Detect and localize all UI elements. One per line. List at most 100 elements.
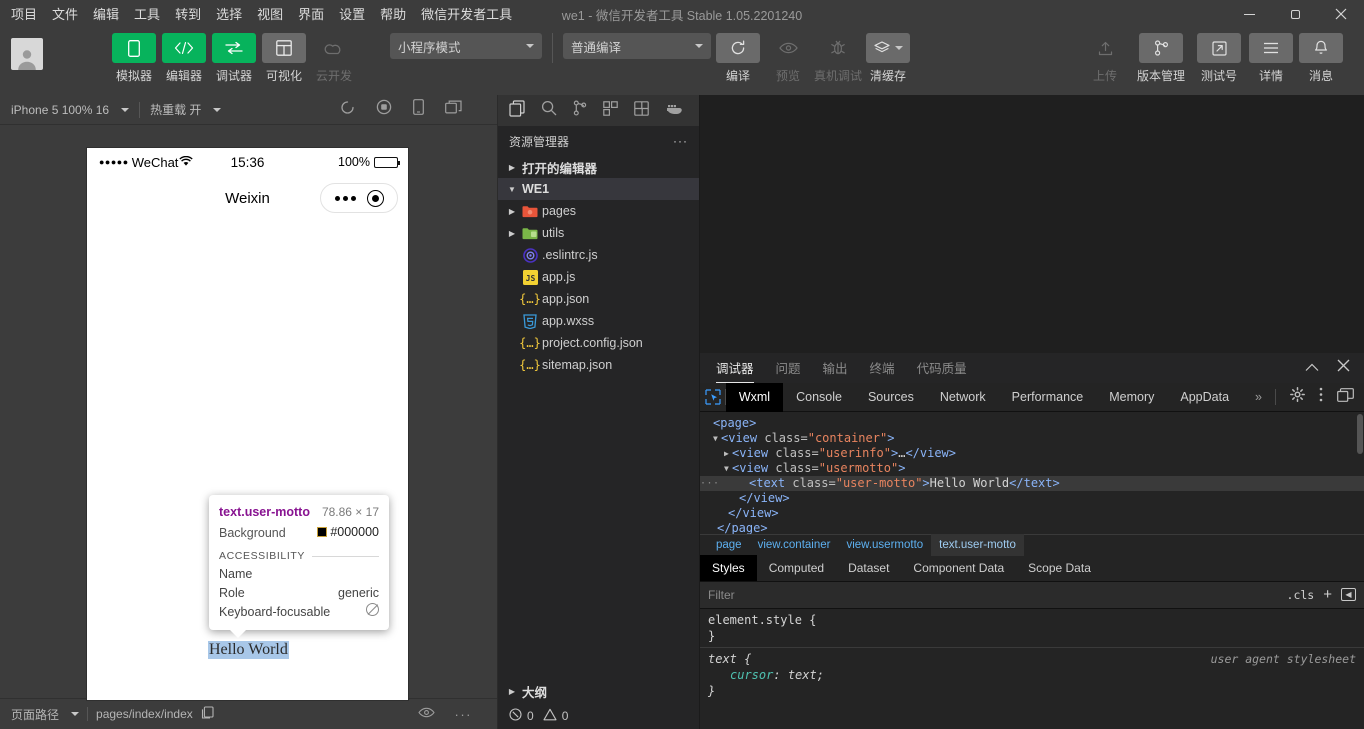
avatar[interactable]: [11, 38, 43, 70]
breadcrumb-item-view-usermotto[interactable]: view.usermotto: [838, 534, 931, 556]
menu-item-file[interactable]: 文件: [52, 8, 78, 21]
wxml-line[interactable]: </view>: [700, 491, 1364, 506]
toolbar-button-upload[interactable]: 上传: [1082, 33, 1128, 84]
styles-rules[interactable]: element.style { } text { user agent styl…: [700, 608, 1364, 729]
menu-item-interface[interactable]: 界面: [298, 8, 324, 21]
toolbar-button-editor[interactable]: 编辑器: [161, 33, 207, 84]
rotate-icon[interactable]: [340, 100, 355, 120]
panel-tab-memory[interactable]: Memory: [1096, 383, 1167, 412]
tab-debugger[interactable]: 调试器: [716, 353, 754, 383]
toolbar-button-remote-debug[interactable]: 真机调试: [814, 33, 862, 84]
menu-item-project[interactable]: 项目: [11, 8, 37, 21]
css-rule-element-style[interactable]: element.style { }: [700, 612, 1364, 644]
device-icon[interactable]: [413, 99, 424, 120]
style-tab-styles[interactable]: Styles: [700, 555, 757, 581]
menu-item-help[interactable]: 帮助: [380, 8, 406, 21]
search-icon[interactable]: [541, 100, 557, 121]
chevron-down-icon[interactable]: ▼: [713, 431, 721, 446]
dock-icon[interactable]: [1337, 387, 1354, 407]
add-style-rule-button[interactable]: +: [1323, 587, 1332, 602]
mode-select[interactable]: 小程序模式: [390, 33, 542, 59]
file-tree-item-sitemap[interactable]: {…} sitemap.json: [498, 354, 699, 376]
filter-input[interactable]: [708, 587, 1278, 602]
eye-icon[interactable]: [417, 707, 435, 721]
menu-item-edit[interactable]: 编辑: [93, 8, 119, 21]
menu-item-tools[interactable]: 工具: [134, 8, 160, 21]
wxml-line-selected[interactable]: ··· <text class= "user-motto" > Hello World <…: [700, 476, 1364, 491]
style-tab-scope-data[interactable]: Scope Data: [1016, 555, 1103, 581]
window-icon[interactable]: [445, 100, 462, 119]
device-select[interactable]: iPhone 5 100% 16: [0, 103, 130, 117]
file-tree-item-pages[interactable]: ▶ pages: [498, 200, 699, 222]
toolbar-button-version[interactable]: 版本管理: [1132, 33, 1190, 84]
minimize-icon[interactable]: [1226, 0, 1272, 28]
panel-tab-wxml[interactable]: Wxml: [725, 382, 784, 412]
wxml-line[interactable]: </view>: [700, 506, 1364, 521]
wxml-line[interactable]: ▼ <view class= "container" >: [700, 431, 1364, 446]
wxml-line[interactable]: <page>: [700, 416, 1364, 431]
toolbar-button-test-id[interactable]: 测试号: [1194, 33, 1244, 84]
menu-bar[interactable]: 项目 文件 编辑 工具 转到 选择 视图 界面 设置 帮助 微信开发者工具: [0, 8, 512, 21]
warning-icon[interactable]: [543, 708, 557, 724]
record-icon[interactable]: [376, 99, 392, 120]
css-rule-text[interactable]: text { user agent stylesheet cursor: tex…: [700, 646, 1364, 699]
docker-icon[interactable]: [665, 101, 683, 120]
file-tree-item-project-config[interactable]: {…} project.config.json: [498, 332, 699, 354]
file-tree-item-eslintrc[interactable]: .eslintrc.js: [498, 244, 699, 266]
wxml-tree[interactable]: <page> ▼ <view class= "container" > ▶ <view …: [700, 412, 1364, 534]
compile-select[interactable]: 普通编译: [563, 33, 711, 59]
kebab-icon[interactable]: [1319, 387, 1323, 407]
inspect-element-icon[interactable]: [700, 389, 725, 405]
close-icon[interactable]: [1318, 0, 1364, 28]
file-tree-item-app-json[interactable]: {…} app.json: [498, 288, 699, 310]
panel-tabs-overflow-icon[interactable]: »: [1242, 383, 1275, 412]
panel-toggle-icon[interactable]: ◀: [1341, 588, 1356, 601]
tab-code-quality[interactable]: 代码质量: [917, 353, 967, 383]
css-value[interactable]: text;: [781, 667, 824, 683]
panel-tab-performance[interactable]: Performance: [999, 383, 1097, 412]
tab-terminal[interactable]: 终端: [870, 353, 895, 383]
menu-item-goto[interactable]: 转到: [175, 8, 201, 21]
chevron-down-icon[interactable]: ▼: [724, 461, 732, 476]
extensions-icon[interactable]: [603, 100, 618, 121]
section-outline[interactable]: ▶ 大纲: [498, 680, 699, 702]
hot-reload-select[interactable]: 热重载 开: [150, 101, 222, 118]
gear-icon[interactable]: [1290, 387, 1305, 407]
copy-icon[interactable]: [201, 706, 214, 722]
close-target-icon[interactable]: [366, 189, 384, 207]
toolbar-button-clear-cache[interactable]: 清缓存: [865, 33, 911, 84]
toolbar-button-preview[interactable]: 预览: [765, 33, 811, 84]
explorer-more-icon[interactable]: ···: [673, 134, 688, 148]
style-tab-computed[interactable]: Computed: [757, 555, 836, 581]
style-tab-dataset[interactable]: Dataset: [836, 555, 901, 581]
menu-item-select[interactable]: 选择: [216, 8, 242, 21]
panel-tab-console[interactable]: Console: [783, 383, 855, 412]
toolbar-button-messages[interactable]: 消息: [1298, 33, 1344, 84]
panel-tab-sources[interactable]: Sources: [855, 383, 927, 412]
capsule-button[interactable]: [320, 183, 398, 213]
section-project[interactable]: ▼ WE1: [498, 178, 699, 200]
wxml-scrollbar[interactable]: [1357, 414, 1363, 454]
source-control-icon[interactable]: [573, 100, 587, 121]
menu-item-devtools[interactable]: 微信开发者工具: [421, 8, 512, 21]
page-path-select[interactable]: 页面路径: [11, 706, 80, 723]
tab-output[interactable]: 输出: [823, 353, 848, 383]
tab-problems[interactable]: 问题: [776, 353, 801, 383]
files-icon[interactable]: [509, 99, 525, 122]
chevron-right-icon[interactable]: ▶: [724, 446, 732, 461]
toolbar-button-details[interactable]: 详情: [1248, 33, 1294, 84]
menu-item-view[interactable]: 视图: [257, 8, 283, 21]
more-icon[interactable]: [334, 195, 356, 201]
wxml-line[interactable]: </page>: [700, 521, 1364, 534]
toolbar-button-visual[interactable]: 可视化: [261, 33, 307, 84]
more-icon[interactable]: ···: [700, 476, 719, 491]
section-open-editors[interactable]: ▶ 打开的编辑器: [498, 156, 699, 178]
file-tree-item-app-wxss[interactable]: app.wxss: [498, 310, 699, 332]
wxml-line[interactable]: ▶ <view class= "userinfo" >… </view>: [700, 446, 1364, 461]
file-tree-item-app-js[interactable]: JS app.js: [498, 266, 699, 288]
file-tree-item-utils[interactable]: ▶ utils: [498, 222, 699, 244]
panel-tab-appdata[interactable]: AppData: [1167, 383, 1242, 412]
toolbar-button-cloud[interactable]: 云开发: [311, 33, 357, 84]
menu-item-settings[interactable]: 设置: [339, 8, 365, 21]
style-tab-component-data[interactable]: Component Data: [901, 555, 1016, 581]
